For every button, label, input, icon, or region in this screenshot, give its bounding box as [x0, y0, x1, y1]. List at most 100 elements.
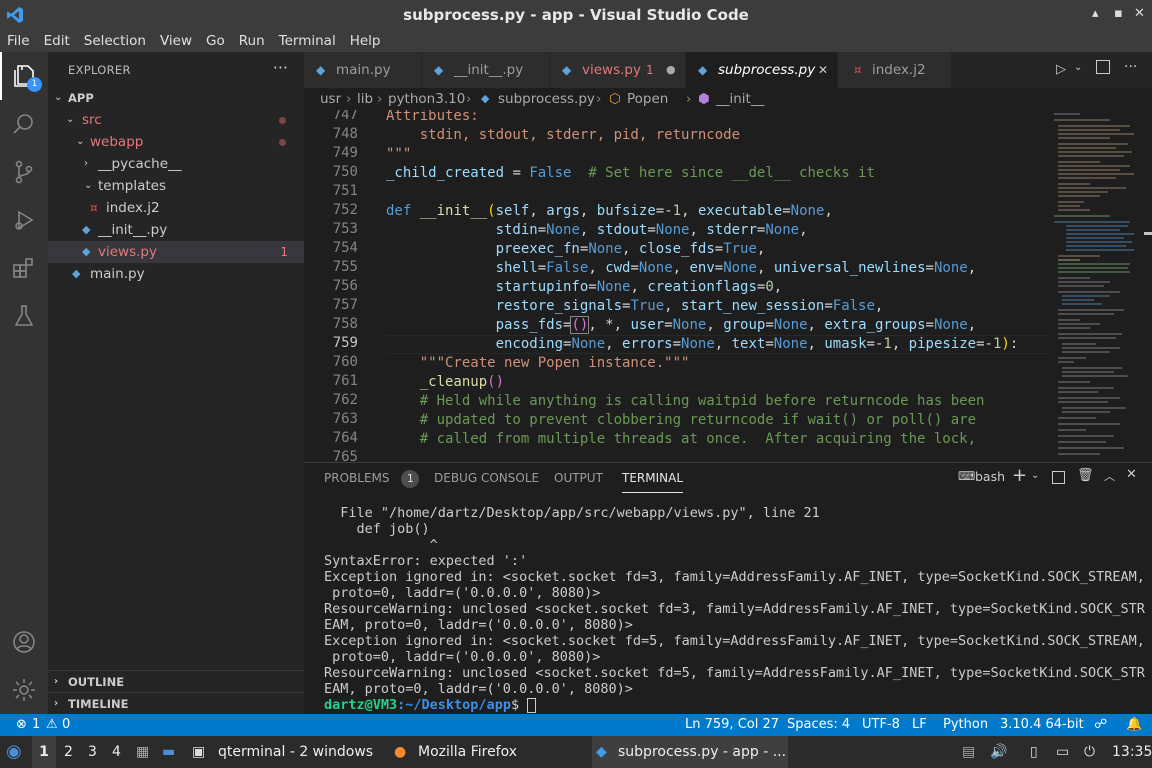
tab-main-py[interactable]: ◆ main.py: [304, 52, 422, 88]
folder-label: __pycache__: [98, 156, 182, 172]
breadcrumb-python[interactable]: python3.10: [388, 88, 465, 110]
split-editor-icon[interactable]: [1096, 60, 1110, 74]
editor-scrollbar[interactable]: [1144, 110, 1152, 462]
menu-run[interactable]: Run: [232, 33, 272, 49]
minimap[interactable]: [1050, 110, 1144, 462]
menu-go[interactable]: Go: [199, 33, 232, 49]
feedback-icon[interactable]: ☍: [1094, 714, 1107, 736]
file-init-py[interactable]: ◆ __init__.py: [48, 219, 304, 241]
folder-pycache[interactable]: › __pycache__: [48, 153, 304, 175]
file-index-j2[interactable]: ¤ index.j2: [48, 197, 304, 219]
explorer-badge: 1: [27, 77, 42, 92]
files-launcher-icon[interactable]: ▦: [136, 736, 149, 768]
line-number: 747: [332, 110, 358, 123]
tab-subprocess-py[interactable]: ◆ subprocess.py ✕: [686, 52, 838, 88]
error-icon[interactable]: ⊗: [16, 714, 27, 736]
chevron-down-icon[interactable]: ⌄: [1074, 62, 1082, 73]
desktop-launcher-icon[interactable]: ▬: [162, 736, 175, 768]
python-interpreter[interactable]: 3.10.4 64-bit: [1000, 714, 1084, 736]
encoding[interactable]: UTF-8: [862, 714, 900, 736]
firefox-icon: ●: [394, 744, 407, 760]
start-menu-icon[interactable]: ◉: [6, 736, 22, 768]
menu-selection[interactable]: Selection: [77, 33, 153, 49]
tab-init-py[interactable]: ◆ __init__.py: [422, 52, 550, 88]
breadcrumb-method[interactable]: __init__: [716, 88, 764, 110]
trash-icon[interactable]: 🗑: [1077, 468, 1094, 483]
chevron-down-icon: ⌄: [76, 136, 85, 147]
new-terminal-icon[interactable]: +: [1012, 465, 1027, 486]
error-count[interactable]: 1: [32, 714, 40, 736]
source-control-icon[interactable]: [0, 148, 48, 196]
terminal-prompt[interactable]: dartz@VM3:~/Desktop/app$: [324, 697, 537, 713]
notes-icon[interactable]: ▯: [1030, 736, 1038, 768]
breadcrumb-class[interactable]: Popen: [627, 88, 668, 110]
extensions-icon[interactable]: [0, 244, 48, 292]
workspace-2[interactable]: 2: [64, 736, 73, 768]
taskbar-app-vscode[interactable]: ◆ subprocess.py - app - ...: [592, 736, 788, 768]
folder-templates[interactable]: ⌄ templates: [48, 175, 304, 197]
line-ending[interactable]: LF: [912, 714, 927, 736]
explorer-icon[interactable]: 1: [0, 52, 48, 100]
folder-src[interactable]: ⌄ src: [48, 109, 304, 131]
file-main-py[interactable]: ◆ main.py: [48, 263, 304, 285]
menu-view[interactable]: View: [153, 33, 199, 49]
cursor-position[interactable]: Ln 759, Col 27: [685, 714, 779, 736]
run-debug-icon[interactable]: [0, 196, 48, 244]
tab-index-j2[interactable]: ¤ index.j2: [838, 52, 952, 88]
warning-icon[interactable]: ⚠: [46, 714, 58, 736]
terminal-line: Exception ignored in: <socket.socket fd=…: [324, 569, 1145, 585]
timeline-section[interactable]: › TIMELINE: [48, 692, 304, 714]
power-icon[interactable]: ⏻: [1084, 736, 1095, 768]
notifications-bell-icon[interactable]: 🔔: [1126, 714, 1142, 736]
chevron-down-icon[interactable]: ⌄: [1031, 470, 1039, 481]
workspace-1[interactable]: 1: [32, 736, 56, 768]
breadcrumb-file[interactable]: subprocess.py: [498, 88, 595, 110]
tab-views-py[interactable]: ◆ views.py 1 ●: [550, 52, 686, 88]
menu-file[interactable]: File: [0, 33, 37, 49]
folder-root[interactable]: ⌄ APP: [48, 87, 304, 109]
menu-edit[interactable]: Edit: [37, 33, 77, 49]
menu-terminal[interactable]: Terminal: [272, 33, 343, 49]
minimize-icon[interactable]: ▴: [1092, 6, 1099, 21]
tab-problems[interactable]: PROBLEMS 1: [324, 463, 420, 493]
maximize-icon[interactable]: ▪: [1114, 6, 1123, 21]
file-label: main.py: [90, 266, 145, 282]
warning-count[interactable]: 0: [62, 714, 70, 736]
file-views-py[interactable]: ◆ views.py 1: [48, 241, 304, 263]
menu-help[interactable]: Help: [343, 33, 388, 49]
network-icon[interactable]: ▭: [1056, 736, 1069, 768]
run-file-icon[interactable]: ▷: [1056, 62, 1066, 77]
language-mode[interactable]: Python: [943, 714, 988, 736]
workspace-3[interactable]: 3: [88, 736, 97, 768]
tab-output[interactable]: OUTPUT: [554, 463, 603, 493]
settings-gear-icon[interactable]: [0, 666, 48, 714]
breadcrumb-lib[interactable]: lib: [357, 88, 373, 110]
folder-webapp[interactable]: ⌄ webapp: [48, 131, 304, 153]
close-window-icon[interactable]: ✕: [1134, 6, 1145, 21]
line-number: 756: [332, 278, 358, 294]
split-terminal-icon[interactable]: [1052, 471, 1065, 484]
close-tab-icon[interactable]: ✕: [818, 52, 828, 88]
indentation[interactable]: Spaces: 4: [787, 714, 850, 736]
breadcrumb-usr[interactable]: usr: [320, 88, 341, 110]
code-editor[interactable]: 747 748 749 750 751 752 753 754 755 756 …: [304, 110, 1152, 462]
more-actions-icon[interactable]: ···: [273, 58, 288, 77]
close-panel-icon[interactable]: ✕: [1126, 467, 1137, 482]
shell-name[interactable]: bash: [975, 469, 1005, 484]
file-label: index.j2: [106, 200, 160, 216]
workspace-4[interactable]: 4: [112, 736, 121, 768]
more-actions-icon[interactable]: ···: [1124, 59, 1137, 75]
line-number: 758: [332, 316, 358, 332]
maximize-panel-icon[interactable]: ︿: [1104, 468, 1115, 484]
clipboard-icon[interactable]: ▤: [962, 736, 975, 768]
testing-icon[interactable]: [0, 292, 48, 340]
search-icon[interactable]: [0, 100, 48, 148]
clock[interactable]: 13:35: [1112, 736, 1152, 768]
tab-debug-console[interactable]: DEBUG CONSOLE: [434, 463, 539, 493]
unsaved-dot-icon[interactable]: ●: [666, 52, 676, 88]
volume-icon[interactable]: 🔊: [990, 736, 1007, 768]
chevron-down-icon: ⌄: [84, 180, 93, 191]
outline-section[interactable]: › OUTLINE: [48, 670, 304, 692]
account-icon[interactable]: [0, 618, 48, 666]
tab-terminal[interactable]: TERMINAL: [622, 463, 684, 493]
